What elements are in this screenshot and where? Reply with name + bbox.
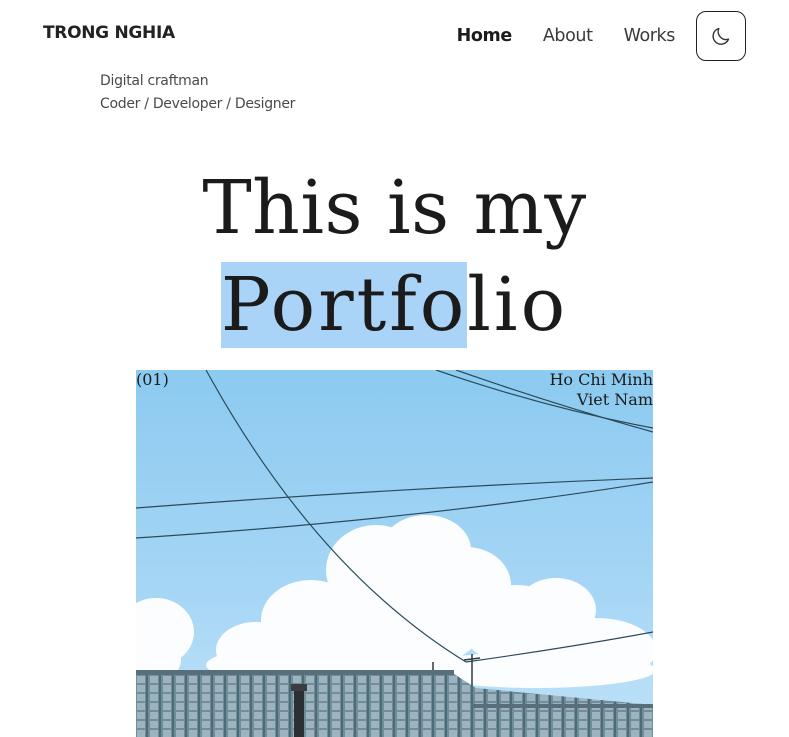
photo-location-country: Viet Nam [576, 390, 653, 409]
photo-location-city: Ho Chi Minh [549, 370, 653, 389]
main-nav: Home About Works [457, 10, 746, 62]
featured-photo[interactable]: (01) Ho Chi Minh Viet Nam [136, 370, 653, 737]
hero-title-line2: Portfolio [0, 262, 789, 348]
photo-index: (01) [136, 370, 169, 389]
hero-title-line1: This is my [202, 165, 587, 251]
nav-about[interactable]: About [543, 26, 593, 46]
moon-icon [712, 27, 730, 45]
tagline-skills: Coder / Developer / Designer [100, 96, 296, 112]
text-selection-highlight: Portfo [220, 262, 468, 348]
photo-image [136, 370, 653, 737]
theme-toggle-button[interactable] [696, 11, 746, 61]
brand-logo[interactable]: TRONG NGHIA [43, 23, 175, 43]
hero-title-line2-rest: lio [467, 262, 569, 348]
photo-location: Ho Chi Minh Viet Nam [549, 370, 653, 410]
nav-works[interactable]: Works [624, 26, 676, 46]
nav-home[interactable]: Home [457, 26, 513, 46]
tagline: Digital craftman Coder / Developer / Des… [100, 70, 295, 116]
tagline-role: Digital craftman [100, 73, 209, 89]
